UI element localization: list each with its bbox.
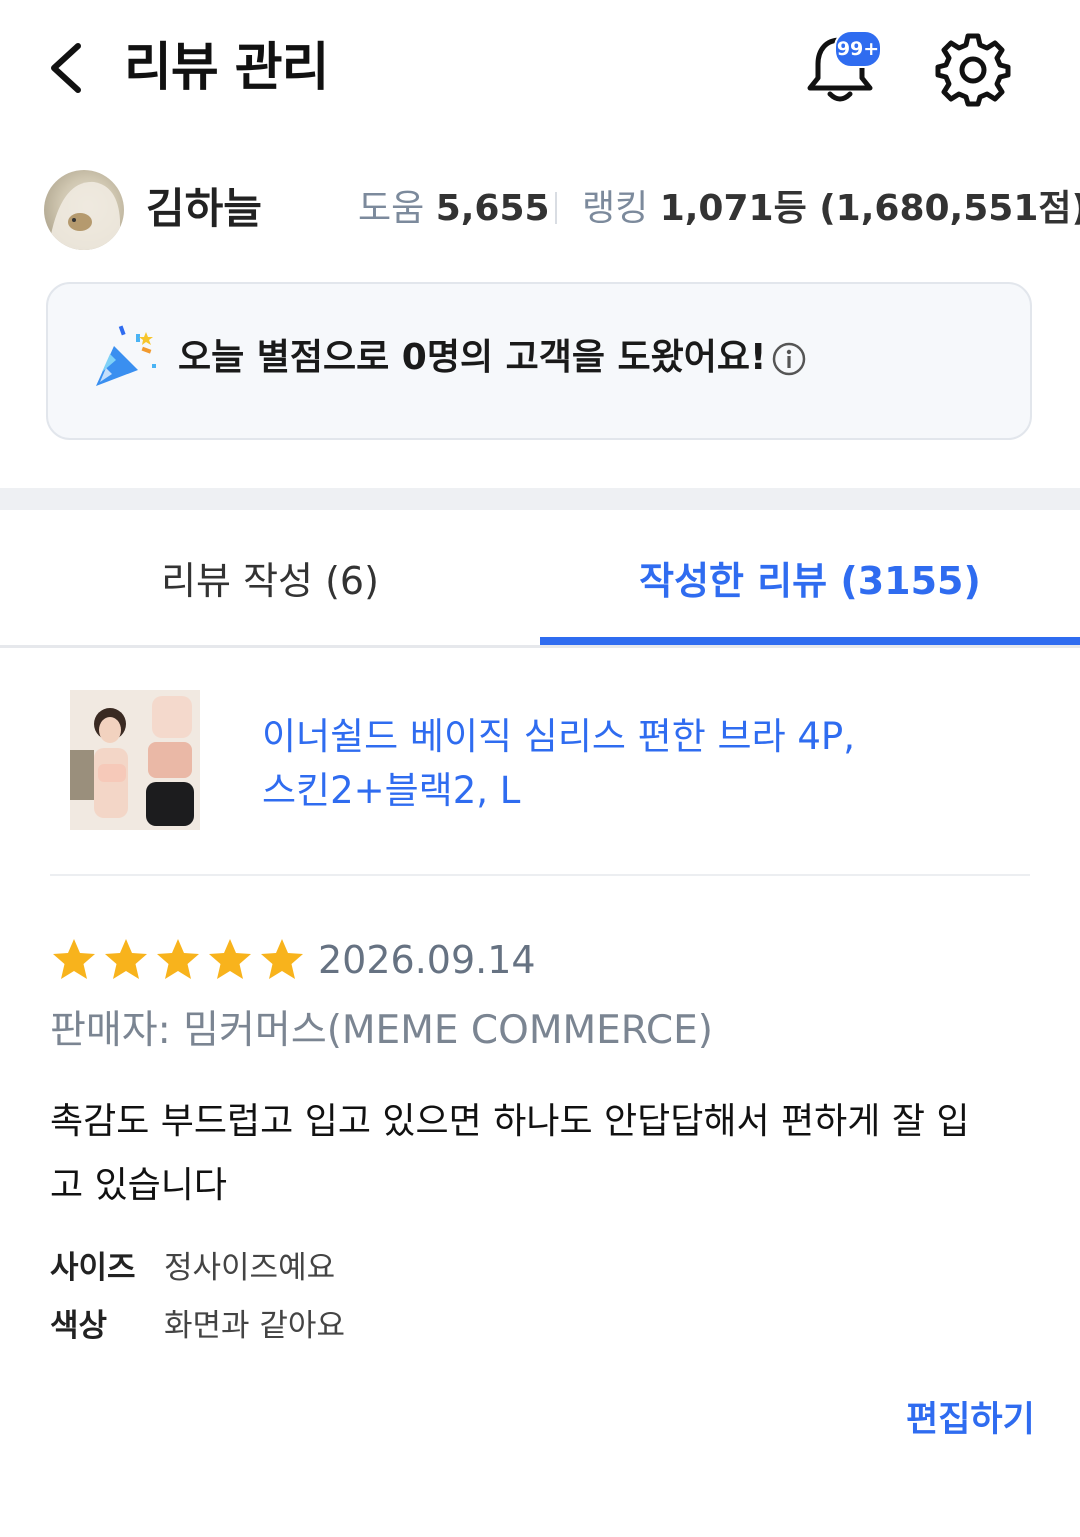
rank-value: 1,071등 (1,680,551점): [659, 188, 1080, 229]
option-label-size: 사이즈: [50, 1250, 136, 1286]
star-icon: [53, 939, 95, 979]
tab-bar-border: [0, 645, 1080, 648]
help-stat: 도움 5,655: [358, 186, 550, 232]
star-rating: [50, 936, 306, 984]
user-name: 김하늘: [146, 184, 262, 233]
option-value-size: 정사이즈예요: [164, 1250, 336, 1286]
tab-written-reviews[interactable]: 작성한 리뷰 (3155): [540, 548, 1080, 614]
star-icon: [157, 939, 199, 979]
avatar[interactable]: [44, 170, 124, 250]
seller-name: 판매자: 밈커머스(MEME COMMERCE): [50, 1008, 714, 1053]
notification-badge: 99+: [834, 30, 882, 68]
option-label-color: 색상: [50, 1308, 108, 1344]
info-icon[interactable]: [772, 342, 806, 376]
star-icon: [261, 939, 303, 979]
rank-stat[interactable]: 랭킹 1,071등 (1,680,551점): [582, 186, 1080, 232]
section-divider: [0, 488, 1080, 510]
product-image: [70, 690, 200, 830]
help-count: 5,655: [435, 188, 550, 229]
help-label: 도움: [358, 188, 425, 229]
party-popper-icon: [96, 325, 156, 386]
stat-divider: [555, 192, 557, 224]
product-divider: [50, 874, 1030, 876]
page-title: 리뷰 관리: [124, 38, 329, 98]
rank-label: 랭킹: [582, 188, 649, 229]
star-icon: [105, 939, 147, 979]
settings-button[interactable]: [934, 30, 1012, 108]
star-icon: [209, 939, 251, 979]
avatar-image: [48, 181, 120, 250]
active-tab-indicator: [540, 637, 1080, 645]
chevron-left-icon: [51, 43, 81, 93]
product-name-line1: 이너쉴드 베이직 심리스 편한 브라 4P,: [262, 715, 855, 758]
back-button[interactable]: [40, 36, 96, 100]
edit-review-button[interactable]: 편집하기: [906, 1396, 1035, 1444]
banner-text: 오늘 별점으로 0명의 고객을 도왔어요!: [178, 337, 767, 378]
product-name-line2: 스킨2+블랙2, L: [262, 769, 521, 812]
option-value-color: 화면과 같아요: [164, 1308, 345, 1344]
review-body: 촉감도 부드럽고 입고 있으면 하나도 안답답해서 편하게 잘 입고 있습니다: [50, 1101, 970, 1206]
product-thumbnail[interactable]: [70, 690, 200, 830]
product-name[interactable]: 이너쉴드 베이직 심리스 편한 브라 4P, 스킨2+블랙2, L: [262, 710, 982, 818]
gear-icon: [935, 33, 1011, 107]
tab-write-review[interactable]: 리뷰 작성 (6): [0, 548, 540, 614]
review-date: 2026.09.14: [318, 938, 536, 982]
